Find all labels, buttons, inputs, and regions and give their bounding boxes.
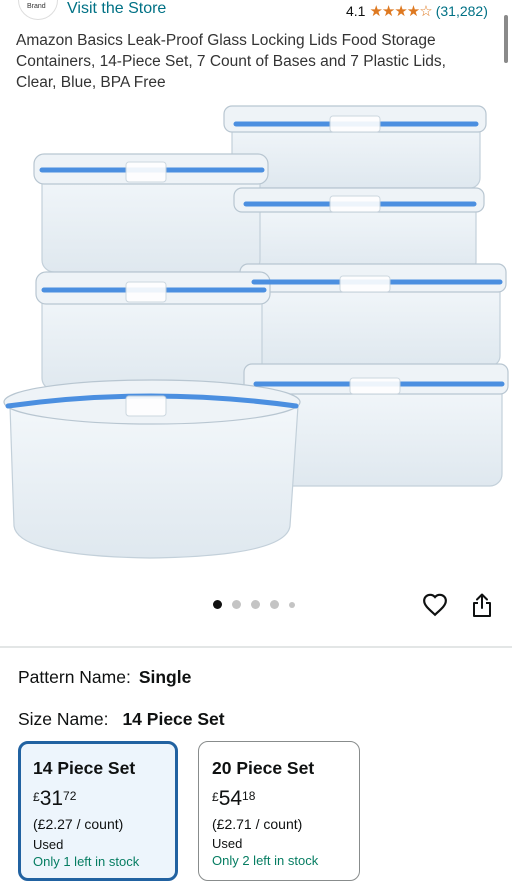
size-name-value: 14 Piece Set [122, 709, 225, 729]
price-fraction: 72 [63, 789, 77, 803]
size-option-unit-price: (£2.71 / count) [212, 816, 303, 832]
rating-summary[interactable]: 4.1 ★★★★☆ (31,282) [346, 2, 488, 20]
star-rating-icon: ★★★★☆ [369, 3, 432, 20]
carousel-dot-2[interactable] [232, 600, 241, 609]
size-option-condition: Used [212, 836, 243, 851]
product-title: Amazon Basics Leak-Proof Glass Locking L… [16, 32, 446, 91]
price-currency: £ [33, 790, 40, 804]
pattern-name-value: Single [138, 667, 192, 687]
carousel-dot-4[interactable] [270, 600, 279, 609]
brand-logo-text: Brand [27, 3, 46, 10]
price-currency: £ [212, 790, 219, 804]
review-count-link[interactable]: (31,282) [436, 3, 488, 19]
section-divider [0, 646, 512, 648]
size-option-condition: Used [33, 837, 64, 852]
price-whole: 31 [39, 787, 64, 810]
size-option-name: 20 Piece Set [212, 758, 315, 778]
size-option-20-piece[interactable]: 20 Piece Set £5418 (£2.71 / count) Used … [198, 741, 360, 881]
size-option-14-piece[interactable]: 14 Piece Set £3172 (£2.27 / count) Used … [18, 741, 178, 881]
visit-store-link[interactable]: Visit the Store [67, 0, 166, 18]
scrollbar[interactable] [504, 15, 508, 63]
price-fraction: 18 [242, 789, 256, 803]
carousel-dot-5[interactable] [289, 601, 295, 608]
carousel-dot-1[interactable] [213, 600, 222, 609]
rating-value: 4.1 [346, 3, 366, 19]
size-option-stock: Only 1 left in stock [33, 854, 140, 869]
size-option-price: £3172 [33, 787, 76, 811]
heart-icon[interactable] [422, 592, 448, 618]
price-whole: 54 [218, 787, 243, 810]
product-image[interactable] [0, 96, 512, 576]
size-option-name: 14 Piece Set [33, 758, 136, 778]
brand-logo[interactable]: Brand [18, 0, 58, 20]
size-option-unit-price: (£2.27 / count) [33, 816, 124, 832]
pattern-name-label: Pattern Name: [18, 667, 131, 687]
size-name-label: Size Name: [18, 709, 109, 729]
share-icon[interactable] [470, 592, 494, 618]
size-option-price: £5418 [212, 787, 255, 811]
pattern-name-row: Pattern Name: Single [18, 667, 191, 688]
size-option-stock: Only 2 left in stock [212, 853, 319, 868]
image-carousel-dots[interactable] [213, 600, 295, 609]
carousel-dot-3[interactable] [251, 600, 260, 609]
store-header: Brand Visit the Store 4.1 ★★★★☆ (31,282) [0, 0, 512, 22]
size-name-row: Size Name: 14 Piece Set [18, 709, 225, 730]
